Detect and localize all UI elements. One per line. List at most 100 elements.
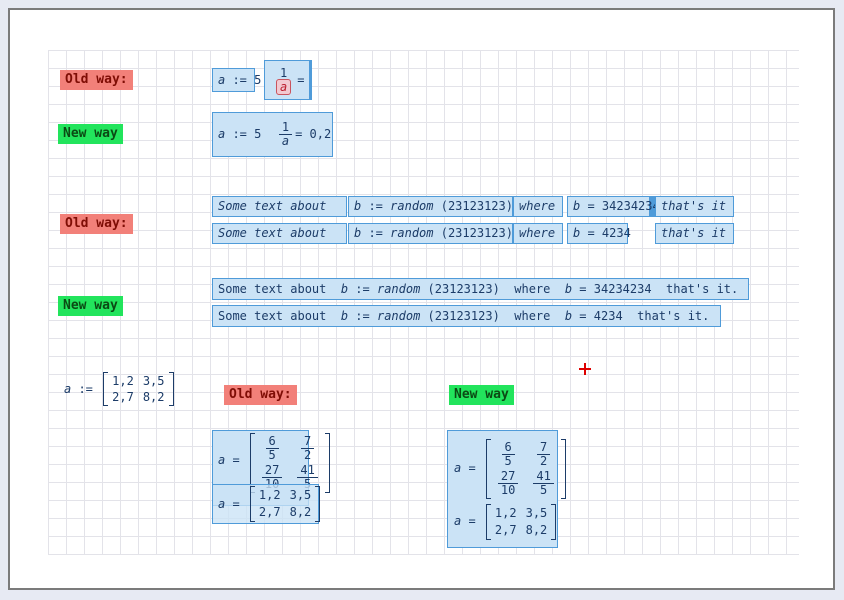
matrix-cell: 8,2	[526, 523, 548, 538]
math-result: 34234234	[602, 199, 660, 214]
region-matrix-definition[interactable]: a := 1,23,5 2,78,2	[64, 372, 174, 406]
math-eq: =	[225, 497, 247, 512]
region-matrix-result-plain-old-overlapping[interactable]: a = 1,2 3,5 2,7 8,2	[212, 484, 319, 524]
fraction-denominator: a	[279, 135, 292, 148]
region-inline-sentence-1[interactable]: Some text about b := random (23123123) w…	[212, 278, 749, 300]
region-assign-a[interactable]: a := 5	[212, 68, 255, 92]
label-new-way-2[interactable]: New way	[58, 296, 123, 316]
region-eval-frac-error[interactable]: 1 a =	[264, 60, 312, 100]
math-var: a	[454, 514, 461, 529]
spacer	[261, 127, 275, 142]
math-eq: =	[580, 226, 602, 241]
text-content: that's it	[661, 226, 726, 241]
region-tail-2[interactable]: that's it	[655, 223, 734, 244]
matrix: 1,23,5 2,78,2	[486, 504, 556, 540]
label-new-way-1[interactable]: New way	[58, 124, 123, 144]
math-result: 0,2	[310, 127, 332, 142]
matrix-bracket-right	[169, 372, 174, 406]
region-where-1[interactable]: where	[513, 196, 563, 217]
matrix-cell: 2,7	[259, 505, 281, 520]
math-value: 5	[254, 73, 261, 88]
region-text-1[interactable]: Some text about	[212, 196, 347, 217]
matrix-cell: 1,2	[259, 488, 281, 503]
region-result-1[interactable]: b = 34234234	[567, 196, 655, 217]
math-op: :=	[348, 309, 377, 324]
matrix-cell: 3,5	[526, 506, 548, 521]
text-content: where	[519, 226, 555, 241]
fraction: 1 a	[279, 121, 292, 148]
fraction-numerator: 7	[537, 441, 550, 455]
worksheet-grid-canvas[interactable]	[48, 50, 799, 555]
math-arg: (23123123)	[434, 199, 513, 214]
math-var: b	[354, 199, 361, 214]
math-result: 4234	[602, 226, 631, 241]
error-highlight: a	[276, 79, 291, 95]
math-var: a	[218, 73, 225, 88]
math-op: :=	[348, 282, 377, 297]
matrix-bracket-right	[315, 486, 320, 522]
worksheet-window: Old way: a := 5 1 a = New way a := 5 1 a…	[8, 8, 835, 590]
fraction-numerator: 7	[301, 435, 314, 449]
matrix-cell: 3,5	[143, 374, 165, 388]
label-new-way-3[interactable]: New way	[449, 385, 514, 405]
fraction-denominator: 2	[537, 455, 550, 468]
matrix-cell: 1,2	[112, 374, 134, 388]
matrix-cell: 2,7	[112, 390, 134, 404]
fraction: 72	[537, 441, 550, 468]
math-fn: random	[390, 226, 433, 241]
math-var: a	[218, 497, 225, 512]
fraction-denominator: 5	[266, 449, 279, 462]
label-old-way-3[interactable]: Old way:	[224, 385, 297, 405]
fraction: 65	[502, 441, 515, 468]
matrix: 1,2 3,5 2,7 8,2	[250, 486, 320, 522]
matrix-result-row: a = 1,23,5 2,78,2	[454, 504, 556, 540]
math-var: b	[565, 309, 572, 324]
region-result-2[interactable]: b = 4234	[567, 223, 628, 244]
region-text-2[interactable]: Some text about	[212, 223, 347, 244]
text-content: that's it	[661, 199, 726, 214]
math-eq: =	[225, 453, 247, 468]
math-var: b	[573, 226, 580, 241]
math-var: b	[573, 199, 580, 214]
fraction-denominator: 10	[498, 484, 518, 497]
fraction: 1 a	[273, 67, 294, 94]
region-expr-1[interactable]: b := random (23123123)	[348, 196, 513, 217]
region-where-2[interactable]: where	[513, 223, 563, 244]
fraction-denominator: 2	[301, 449, 314, 462]
fraction-denominator: 5	[537, 484, 550, 497]
math-arg: (23123123)	[420, 309, 499, 324]
math-arg: (23123123)	[434, 226, 513, 241]
region-inline-sentence-2[interactable]: Some text about b := random (23123123) w…	[212, 305, 721, 327]
text-content: Some text about	[218, 282, 341, 297]
region-matrix-results-new[interactable]: a = 65 72 2710 415 a =	[447, 430, 558, 548]
insertion-cursor-cross	[579, 363, 591, 375]
fraction-numerator: 6	[502, 441, 515, 455]
fraction-numerator: 27	[262, 464, 282, 478]
math-eq: =	[572, 309, 594, 324]
math-value: 5	[254, 127, 261, 142]
math-fn: random	[377, 282, 420, 297]
matrix: 65 72 2710 415	[486, 439, 566, 499]
fraction-numerator: 41	[533, 470, 553, 484]
math-eq: =	[295, 127, 309, 142]
text-content: Some text about	[218, 199, 326, 214]
math-eq: =	[461, 461, 483, 476]
math-arg: (23123123)	[420, 282, 499, 297]
fraction-numerator: 41	[297, 464, 317, 478]
matrix-cell: 8,2	[143, 390, 165, 404]
label-old-way-2[interactable]: Old way:	[60, 214, 133, 234]
math-eq: =	[461, 514, 483, 529]
fraction-numerator: 27	[498, 470, 518, 484]
region-combined-assign-eval[interactable]: a := 5 1 a = 0,2	[212, 112, 333, 157]
matrix-cell: 3,5	[290, 488, 312, 503]
math-var: b	[354, 226, 361, 241]
region-expr-2[interactable]: b := random (23123123)	[348, 223, 513, 244]
matrix-cell: 8,2	[290, 505, 312, 520]
math-var: a	[218, 127, 225, 142]
math-var: b	[341, 282, 348, 297]
label-old-way-1[interactable]: Old way:	[60, 70, 133, 90]
math-fn: random	[377, 309, 420, 324]
region-tail-1[interactable]: that's it	[655, 196, 734, 217]
text-content: that's it.	[652, 282, 739, 297]
fraction: 2710	[498, 470, 518, 497]
